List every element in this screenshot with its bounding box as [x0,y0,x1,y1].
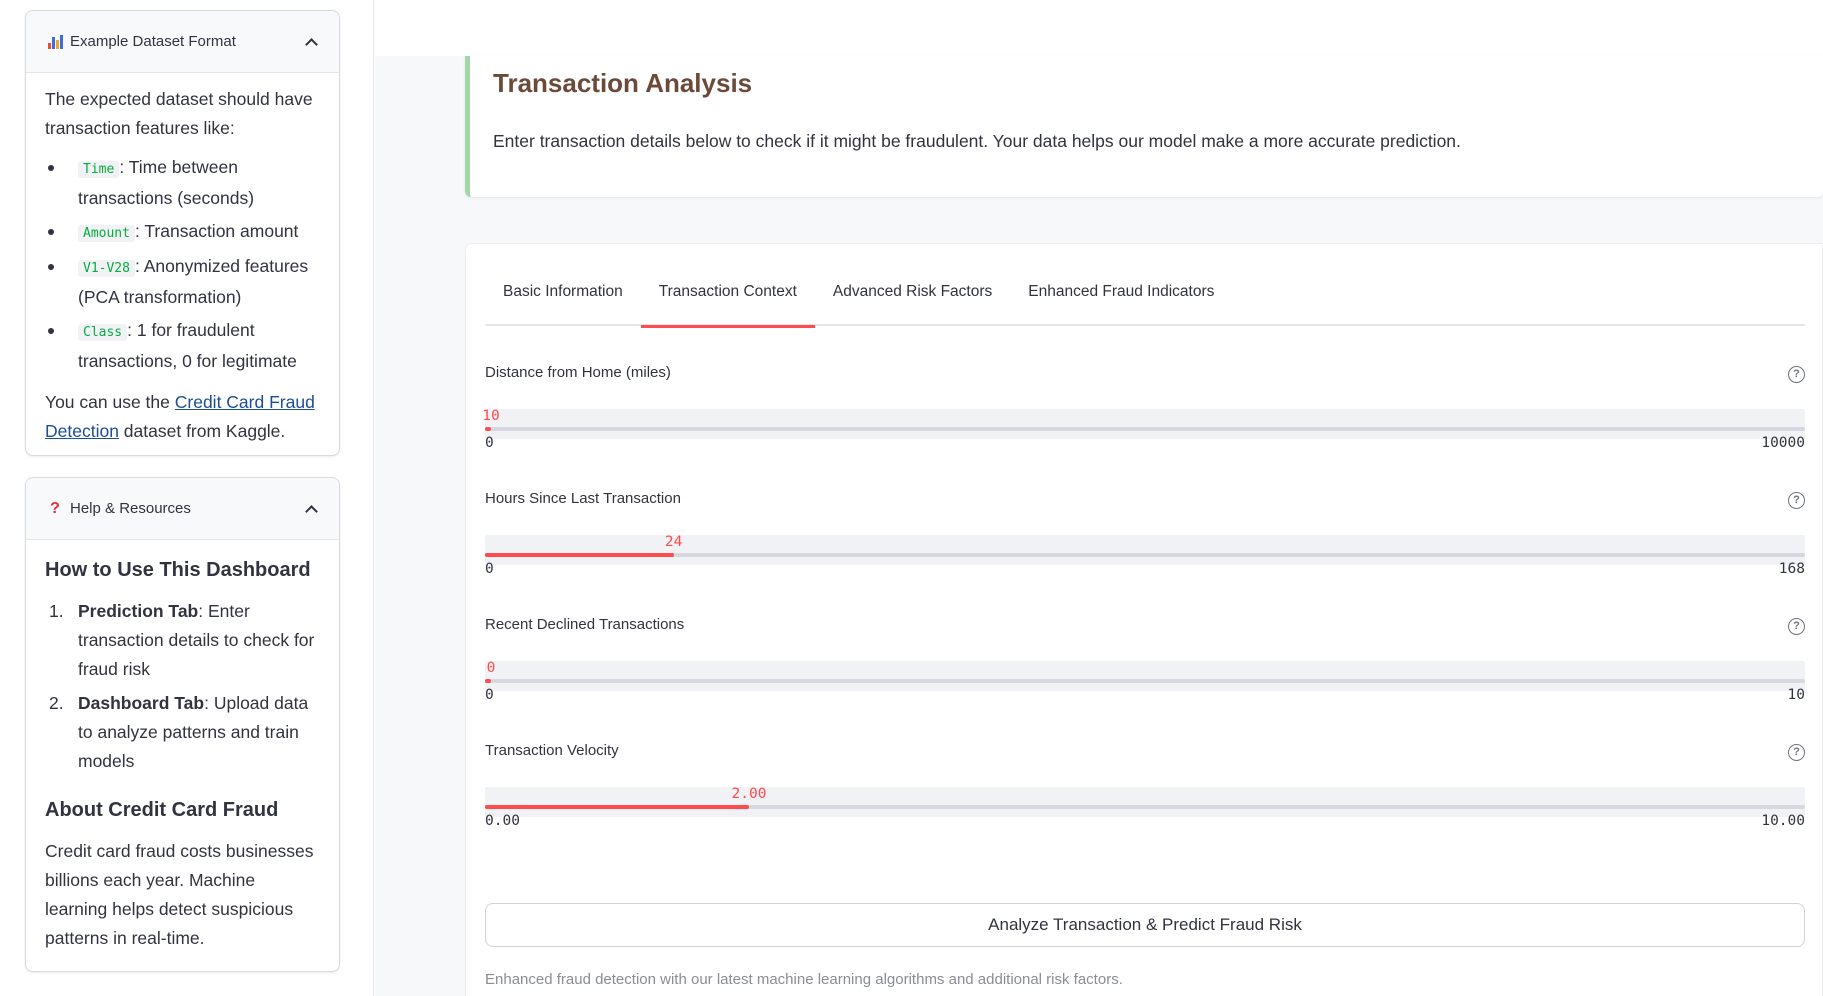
page-description: Enter transaction details below to check… [493,131,1461,151]
slider-fill [485,679,491,683]
dataset-format-title: Example Dataset Format [70,33,236,50]
question-icon: ? [50,499,60,517]
bar-chart-icon [46,33,64,51]
help-icon[interactable]: ? [1788,618,1805,635]
slider-track[interactable] [485,553,1805,557]
tab-transaction-context[interactable]: Transaction Context [640,274,816,328]
slider-label: Distance from Home (miles) [485,364,671,381]
slider-label: Recent Declined Transactions [485,616,685,633]
slider-fill [485,553,674,557]
slider-track[interactable] [485,427,1805,431]
help-icon[interactable]: ? [1788,366,1805,383]
slider-track[interactable] [485,679,1805,683]
help-resources-expander-header[interactable]: ? Help & Resources [26,478,339,540]
transaction-analysis-card: Transaction Analysis Enter transaction d… [465,56,1823,197]
dataset-format-body: The expected dataset should have transac… [26,73,339,470]
tab-basic-information[interactable]: Basic Information [485,274,641,326]
dataset-format-expander: Example Dataset Format The expected data… [25,10,340,456]
slider-control[interactable]: 24 0 168 [485,534,1805,577]
dataset-source-prefix: You can use the [45,392,175,412]
tab-enhanced-fraud-indicators[interactable]: Enhanced Fraud Indicators [1010,274,1232,326]
slider-max-label: 168 [1778,561,1805,577]
about-heading: About Credit Card Fraud [45,799,279,821]
slider-fill [485,427,491,431]
dataset-intro: The expected dataset should have transac… [45,89,313,138]
slider-control[interactable]: 10 0 10000 [482,408,1805,451]
list-item: 1. Prediction Tab: Enter transaction deta… [45,597,320,684]
help-resources-title: Help & Resources [70,500,191,517]
slider-control[interactable]: 0 0 10 [485,660,1805,703]
transaction-form-card: Basic Information Transaction Context Ad… [465,243,1823,996]
sidebar: Example Dataset Format The expected data… [0,0,374,996]
step-title: Prediction Tab [78,601,199,621]
hours-since-last-transaction-slider: Hours Since Last Transaction ? 24 0 168 [485,490,1805,590]
howto-steps: 1. Prediction Tab: Enter transaction deta… [45,597,320,776]
page-title: Transaction Analysis [493,68,753,98]
slider-label: Hours Since Last Transaction [485,490,681,507]
feature-desc: : Transaction amount [134,221,299,241]
step-number: 2. [49,693,64,713]
slider-max-label: 10000 [1761,435,1805,451]
distance-from-home-slider: Distance from Home (miles) ? 10 0 10000 [482,364,1805,464]
slider-value[interactable]: 0 [487,660,496,676]
feature-code: V1-V28 [78,260,135,277]
list-item: 2. Dashboard Tab: Upload data to analyze … [45,689,320,776]
howto-heading: How to Use This Dashboard [45,559,311,581]
slider-value[interactable]: 10 [482,408,499,424]
slider-value[interactable]: 2.00 [732,786,767,802]
dataset-source-suffix: dataset from Kaggle. [118,421,286,441]
analyze-transaction-button[interactable]: Analyze Transaction & Predict Fraud Risk [485,903,1805,947]
form-caption: Enhanced fraud detection with our latest… [485,971,1123,988]
slider-min-label: 0 [485,435,494,451]
slider-max-label: 10 [1787,687,1805,703]
help-resources-body: How to Use This Dashboard 1. Prediction T… [26,540,339,977]
list-item: Amount: Transaction amount [45,217,320,248]
slider-max-label: 10.00 [1761,813,1805,829]
tab-advanced-risk-factors[interactable]: Advanced Risk Factors [815,274,1010,326]
list-item: V1-V28: Anonymized features (PCA transfo… [45,252,320,312]
about-text: Credit card fraud costs businesses billi… [45,841,314,948]
recent-declined-transactions-slider: Recent Declined Transactions ? 0 0 10 [485,616,1805,716]
list-item: Class: 1 for fraudulent transactions, 0 … [45,316,320,376]
dataset-format-expander-header[interactable]: Example Dataset Format [26,11,339,73]
feature-code: Class [78,324,128,341]
feature-list: Time: Time between transactions (seconds… [45,153,320,376]
slider-min-label: 0 [485,687,494,703]
chevron-up-icon[interactable] [303,34,319,50]
help-icon[interactable]: ? [1788,744,1805,761]
slider-control[interactable]: 2.00 0.00 10.00 [485,786,1805,829]
dataset-source: You can use the Credit Card Fraud Detect… [45,388,320,446]
slider-min-label: 0.00 [485,813,520,829]
tab-bar: Basic Information Transaction Context Ad… [485,274,1805,328]
feature-code: Amount [78,225,135,242]
chevron-up-icon[interactable] [303,501,319,517]
transaction-velocity-slider: Transaction Velocity ? 2.00 0.00 10.00 [485,742,1805,842]
step-title: Dashboard Tab [78,693,205,713]
slider-min-label: 0 [485,561,494,577]
help-icon[interactable]: ? [1788,492,1805,509]
step-number: 1. [49,601,64,621]
slider-value[interactable]: 24 [665,534,682,550]
feature-code: Time [78,161,120,178]
help-resources-expander: ? Help & Resources How to Use This Dashb… [25,477,340,972]
slider-label: Transaction Velocity [485,742,619,759]
main-content: Transaction Analysis Enter transaction d… [375,0,1823,996]
slider-fill [485,805,749,809]
list-item: Time: Time between transactions (seconds… [45,153,320,213]
